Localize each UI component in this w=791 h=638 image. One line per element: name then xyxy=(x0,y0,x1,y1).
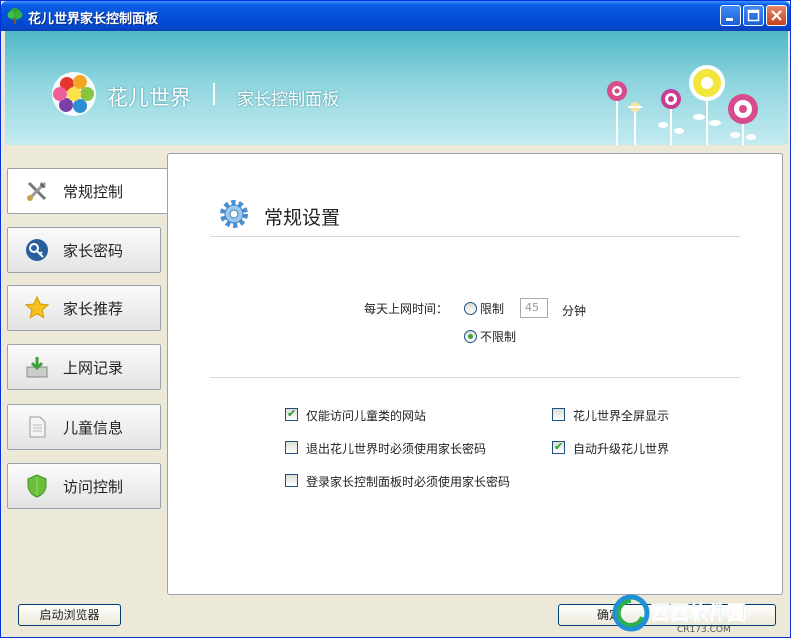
option-label: 自动升级花儿世界 xyxy=(573,442,670,456)
option-label: 仅能访问儿童类的网站 xyxy=(306,409,427,423)
sidebar-item-child-info[interactable]: 儿童信息 xyxy=(7,404,161,450)
watermark-logo: 西西软件园 CR173.COM xyxy=(612,594,746,635)
launch-browser-button[interactable]: 启动浏览器 xyxy=(18,604,121,626)
maximize-button[interactable] xyxy=(743,5,764,26)
window-title: 花儿世界家长控制面板 xyxy=(28,12,159,27)
app-window: 花儿世界家长控制面板 花儿世界 家长控制面板 常规控制 家长密码 家长推荐 上网… xyxy=(0,0,791,638)
sidebar-item-label: 家长推荐 xyxy=(63,299,124,318)
close-icon xyxy=(771,10,782,21)
sidebar-item-history[interactable]: 上网记录 xyxy=(7,344,161,390)
sidebar-item-label: 上网记录 xyxy=(63,358,124,377)
header-banner: 花儿世界 家长控制面板 xyxy=(5,31,788,145)
divider xyxy=(210,377,740,378)
shield-icon xyxy=(23,472,51,500)
gear-icon xyxy=(220,200,248,228)
star-icon xyxy=(23,294,51,322)
option-label: 登录家长控制面板时必须使用家长密码 xyxy=(306,475,511,489)
sidebar-item-label: 常规控制 xyxy=(63,182,124,201)
maximize-icon xyxy=(747,9,760,22)
sidebar-item-recommend[interactable]: 家长推荐 xyxy=(7,285,161,331)
exit-password-checkbox[interactable] xyxy=(285,441,298,454)
key-icon xyxy=(23,236,51,264)
limit-radio[interactable] xyxy=(464,302,477,315)
unlimited-label: 不限制 xyxy=(480,330,517,344)
unlimited-radio[interactable] xyxy=(464,330,477,343)
settings-panel: 常规设置 每天上网时间： 限制 45 分钟 不限制 仅能访问儿童类的网站 花儿世… xyxy=(167,153,783,595)
sidebar-item-label: 家长密码 xyxy=(63,241,124,260)
sidebar-item-general[interactable]: 常规控制 xyxy=(7,168,169,214)
kids-sites-only-checkbox[interactable] xyxy=(285,407,298,421)
minutes-unit: 分钟 xyxy=(562,304,587,318)
document-icon xyxy=(23,413,51,441)
tree-app-icon xyxy=(7,8,23,24)
limit-label: 限制 xyxy=(480,302,505,316)
inbox-icon xyxy=(23,353,51,381)
sidebar-item-label: 访问控制 xyxy=(63,477,124,496)
sidebar-item-password[interactable]: 家长密码 xyxy=(7,227,161,273)
header-divider xyxy=(213,83,215,105)
daily-time-label: 每天上网时间： xyxy=(364,302,449,316)
option-label: 退出花儿世界时必须使用家长密码 xyxy=(306,442,487,456)
fullscreen-checkbox[interactable] xyxy=(552,408,565,421)
minutes-input[interactable]: 45 xyxy=(520,298,548,318)
close-button[interactable] xyxy=(766,5,787,26)
flower-logo-icon xyxy=(52,72,96,116)
auto-update-checkbox[interactable] xyxy=(552,440,565,454)
minimize-button[interactable] xyxy=(720,5,741,26)
title-bar[interactable]: 花儿世界家长控制面板 xyxy=(1,1,790,31)
login-password-checkbox[interactable] xyxy=(285,474,298,487)
sidebar-item-label: 儿童信息 xyxy=(63,418,124,437)
divider xyxy=(210,236,740,237)
sidebar-item-access[interactable]: 访问控制 xyxy=(7,463,161,509)
option-label: 花儿世界全屏显示 xyxy=(573,409,670,423)
brand-name: 花儿世界 xyxy=(107,86,191,110)
minimize-icon xyxy=(726,18,733,21)
panel-name: 家长控制面板 xyxy=(237,90,339,110)
watermark-subtext: CR173.COM xyxy=(677,625,731,635)
watermark-text: 西西软件园 xyxy=(651,601,746,624)
section-title: 常规设置 xyxy=(264,207,341,229)
tools-icon xyxy=(23,177,51,205)
flowers-decoration-icon xyxy=(607,65,758,145)
